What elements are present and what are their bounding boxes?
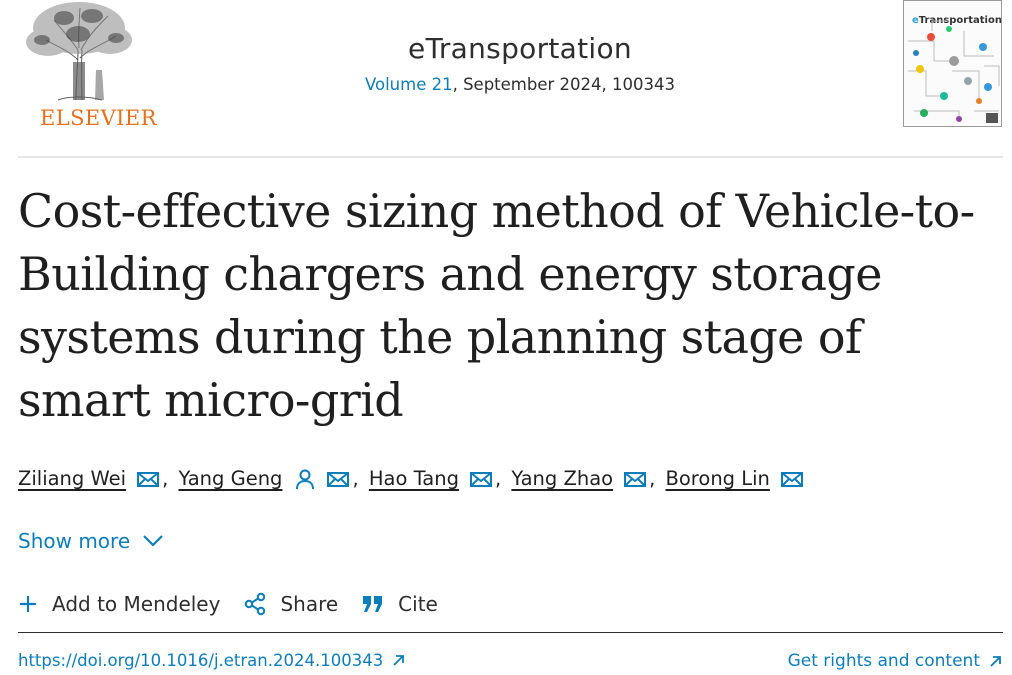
author-ziliang-wei: Ziliang Wei (18, 467, 160, 490)
mail-icon[interactable] (469, 468, 493, 490)
author-separator: , (494, 467, 502, 490)
elsevier-wordmark: ELSEVIER (40, 106, 157, 130)
author-separator: , (162, 467, 169, 490)
article-title: Cost-effective sizing method of Vehicle-… (18, 184, 975, 427)
author-separator: , (352, 467, 359, 490)
chevron-down-icon (143, 535, 163, 547)
share-icon (245, 592, 266, 616)
volume-link[interactable]: Volume 21 (365, 75, 453, 94)
external-link-icon (990, 655, 1001, 667)
doi-text: https://doi.org/10.1016/j.etran.2024.100… (18, 651, 384, 670)
quote-icon (363, 596, 383, 612)
rights-link[interactable]: Get rights and content (788, 651, 1002, 671)
share-label: Share (280, 592, 339, 616)
journal-title[interactable]: eTransportation (0, 32, 1012, 65)
mail-icon[interactable] (780, 468, 804, 490)
show-more-button[interactable]: Show more (18, 529, 164, 553)
author-list: Ziliang Wei , Yang Geng , Hao Tang , Yan… (18, 467, 804, 490)
author-name[interactable]: Yang Geng (178, 467, 282, 490)
cover-circuit-art (908, 20, 1000, 123)
show-more-label: Show more (18, 529, 131, 553)
author-name[interactable]: Ziliang Wei (18, 467, 126, 490)
author-name[interactable]: Hao Tang (369, 467, 459, 490)
article-header: ELSEVIER eTransportation Volume 21, Sept… (0, 0, 1012, 156)
mail-icon[interactable] (326, 468, 350, 490)
mail-icon[interactable] (136, 468, 160, 490)
author-name[interactable]: Yang Zhao (511, 467, 613, 490)
author-name[interactable]: Borong Lin (666, 467, 770, 490)
author-yang-geng: Yang Geng (178, 467, 350, 490)
add-to-mendeley-button[interactable]: Add to Mendeley (18, 592, 220, 616)
share-button[interactable]: Share (244, 592, 338, 616)
external-link-icon (393, 655, 405, 666)
cite-button[interactable]: Cite (362, 592, 438, 616)
journal-meta: Volume 21, September 2024, 100343 (0, 75, 1012, 94)
rights-text: Get rights and content (787, 651, 980, 671)
plus-icon (20, 596, 36, 612)
person-icon (296, 469, 315, 489)
actions-divider (18, 632, 1003, 633)
author-yang-zhao: Yang Zhao (511, 467, 647, 490)
cite-label: Cite (398, 592, 438, 616)
header-divider (18, 156, 1003, 158)
issue-info: , September 2024, 100343 (452, 75, 675, 94)
journal-info: eTransportation Volume 21, September 202… (0, 32, 1012, 94)
journal-cover[interactable]: eTransportation (903, 0, 1002, 127)
mail-icon[interactable] (623, 468, 647, 490)
author-separator: , (649, 467, 656, 490)
article-actions: Add to Mendeley Share Cite (18, 592, 462, 616)
add-to-mendeley-label: Add to Mendeley (52, 592, 221, 616)
doi-link[interactable]: https://doi.org/10.1016/j.etran.2024.100… (18, 651, 405, 670)
author-hao-tang: Hao Tang (369, 467, 493, 490)
author-borong-lin: Borong Lin (666, 467, 804, 490)
